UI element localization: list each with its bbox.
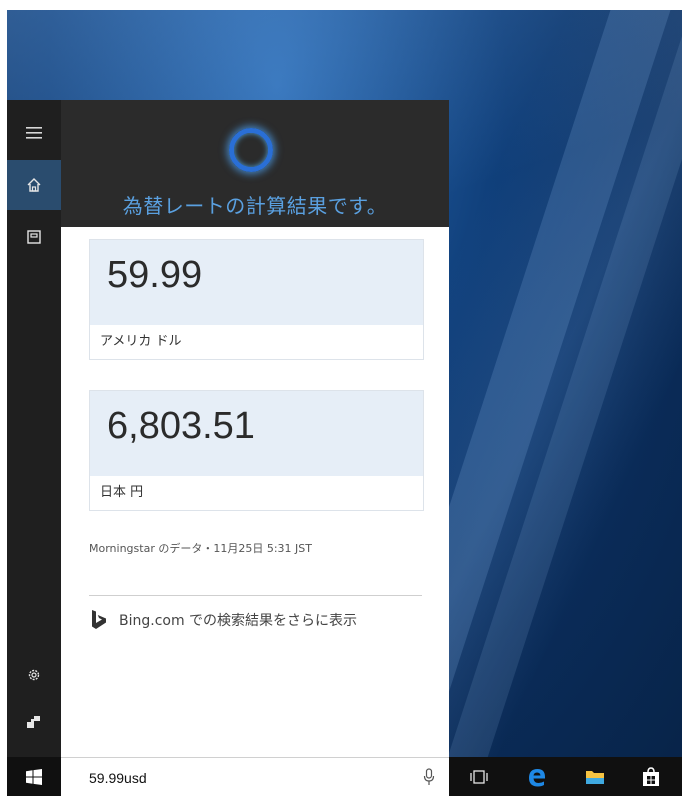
- task-view-button[interactable]: [457, 757, 501, 796]
- edge-browser-button[interactable]: [515, 757, 559, 796]
- data-source-attribution: Morningstar のデータ・11月25日 5:31 JST: [89, 542, 312, 555]
- from-amount: 59.99: [107, 254, 203, 296]
- notebook-icon: [27, 230, 41, 244]
- from-amount-box: 59.99: [90, 240, 423, 325]
- desktop-light-beam: [443, 10, 682, 757]
- search-input[interactable]: [87, 767, 391, 789]
- cortana-response-title: 為替レートの計算結果です。: [122, 194, 388, 218]
- taskbar: [7, 757, 682, 796]
- file-explorer-button[interactable]: [573, 757, 617, 796]
- file-explorer-icon: [586, 770, 604, 784]
- to-currency-label: 日本 円: [100, 485, 144, 500]
- task-view-icon: [470, 769, 488, 784]
- bing-logo-icon: [92, 610, 106, 629]
- notebook-button[interactable]: [7, 212, 61, 262]
- feedback-icon: [27, 716, 40, 728]
- cortana-ring-icon: [229, 128, 273, 172]
- cortana-header: 為替レートの計算結果です。: [61, 100, 449, 227]
- cortana-left-rail: [7, 100, 61, 757]
- cortana-results-pane: 59.99 アメリカ ドル 6,803.51 日本 円 Morningstar …: [61, 227, 449, 757]
- home-icon: [27, 178, 41, 192]
- from-currency-label: アメリカ ドル: [100, 334, 182, 349]
- microphone-button[interactable]: [419, 767, 439, 787]
- microphone-icon: [423, 768, 435, 785]
- hamburger-menu-icon: [26, 127, 42, 139]
- store-icon: [643, 766, 659, 786]
- store-button[interactable]: [629, 757, 673, 796]
- bing-link-text: Bing.com での検索結果をさらに表示: [119, 613, 358, 629]
- to-currency-card[interactable]: 6,803.51 日本 円: [89, 390, 424, 511]
- to-amount-box: 6,803.51: [90, 391, 423, 476]
- to-amount: 6,803.51: [107, 405, 255, 447]
- feedback-button[interactable]: [7, 697, 61, 747]
- taskbar-search-box[interactable]: [61, 757, 449, 796]
- bing-more-results-link[interactable]: Bing.com での検索結果をさらに表示: [91, 610, 357, 630]
- settings-gear-icon: [28, 669, 40, 681]
- divider: [89, 595, 422, 596]
- hamburger-menu-button[interactable]: [7, 108, 61, 158]
- start-button[interactable]: [7, 757, 61, 796]
- home-button[interactable]: [7, 160, 61, 210]
- from-currency-card[interactable]: 59.99 アメリカ ドル: [89, 239, 424, 360]
- settings-button[interactable]: [7, 650, 61, 700]
- edge-browser-icon: [529, 768, 545, 786]
- windows-start-icon: [26, 768, 42, 785]
